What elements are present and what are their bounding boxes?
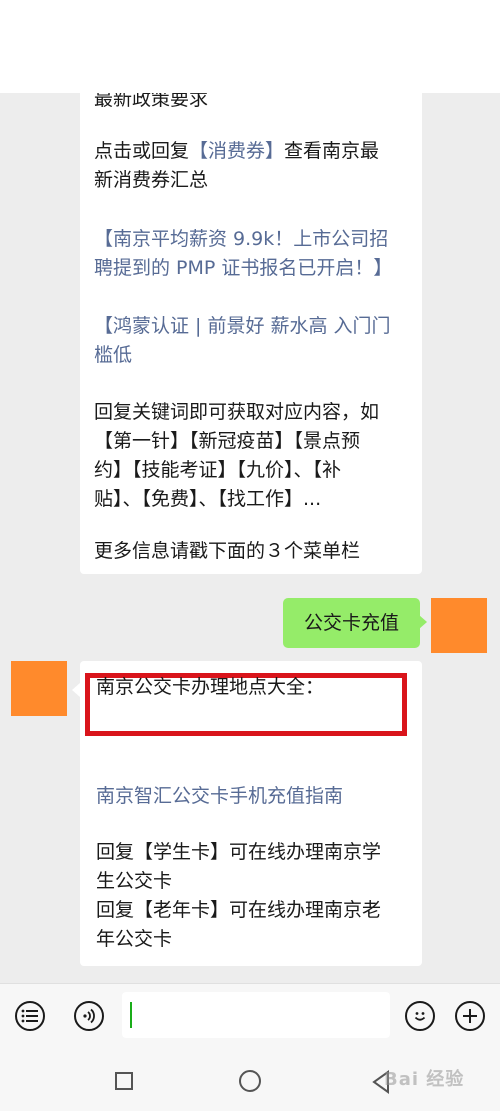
user-avatar[interactable]	[431, 598, 487, 653]
voice-icon[interactable]	[74, 1001, 104, 1031]
article-link-harmony-cont[interactable]: 槛低	[94, 341, 410, 370]
system-nav-bar: Bai 经验	[0, 1045, 500, 1111]
emoji-icon[interactable]	[405, 1001, 435, 1031]
list-icon[interactable]	[15, 1001, 45, 1031]
message-text: 点击或回复	[94, 140, 190, 162]
bot-message-bubble: 南京公交卡办理地点大全： 南京智汇公交卡手机充值指南 回复【学生卡】可在线办理南…	[80, 661, 422, 966]
bubble-tail	[419, 615, 427, 629]
article-link-salary-cont[interactable]: 聘提到的 PMP 证书报名已开启！】	[94, 254, 410, 283]
message-text: 查看南京最	[284, 140, 380, 162]
message-text: 生公交卡	[96, 870, 173, 892]
bubble-tail	[72, 683, 80, 697]
article-link-harmony[interactable]: 【鸿蒙认证 | 前景好 薪水高 入门门	[94, 312, 410, 341]
user-message-bubble: 公交卡充值	[283, 598, 420, 648]
message-text: 年公交卡	[96, 928, 173, 950]
consumer-voucher-line: 点击或回复【消费券】查看南京最	[94, 137, 410, 166]
bot-avatar[interactable]	[11, 661, 67, 716]
consumer-voucher-link[interactable]: 【消费券】	[189, 140, 284, 162]
watermark: Bai 经验	[384, 1069, 465, 1090]
home-icon[interactable]	[239, 1070, 261, 1092]
chat-area[interactable]: 最新政策要求 点击或回复【消费券】查看南京最 新消费券汇总 【南京平均薪资 9.…	[0, 93, 500, 983]
recharge-guide-link[interactable]: 南京智汇公交卡手机充值指南	[96, 782, 410, 811]
message-text: 最新政策要求	[94, 93, 209, 110]
top-bar	[0, 0, 500, 93]
message-text: 约】【技能考证】【九价】、【补	[94, 459, 342, 481]
message-input[interactable]	[122, 992, 390, 1038]
article-link-salary[interactable]: 【南京平均薪资 9.9k！上市公司招	[94, 225, 410, 254]
message-text: 【第一针】【新冠疫苗】【景点预	[94, 430, 361, 452]
message-text: 回复【学生卡】可在线办理南京学	[96, 841, 382, 863]
message-text: 回复【老年卡】可在线办理南京老	[96, 899, 382, 921]
bot-message-bubble: 最新政策要求 点击或回复【消费券】查看南京最 新消费券汇总 【南京平均薪资 9.…	[80, 93, 422, 574]
text-caret	[130, 1002, 132, 1028]
message-text: 贴】、【免费】、【找工作】...	[94, 488, 322, 510]
recent-apps-icon[interactable]	[115, 1072, 133, 1090]
message-title: 南京公交卡办理地点大全：	[96, 676, 325, 698]
input-bar	[0, 983, 500, 1046]
plus-icon[interactable]	[455, 1001, 485, 1031]
message-text: 新消费券汇总	[94, 169, 209, 191]
message-text: 更多信息请戳下面的３个菜单栏	[94, 540, 361, 562]
message-text: 回复关键词即可获取对应内容，如	[94, 401, 380, 423]
